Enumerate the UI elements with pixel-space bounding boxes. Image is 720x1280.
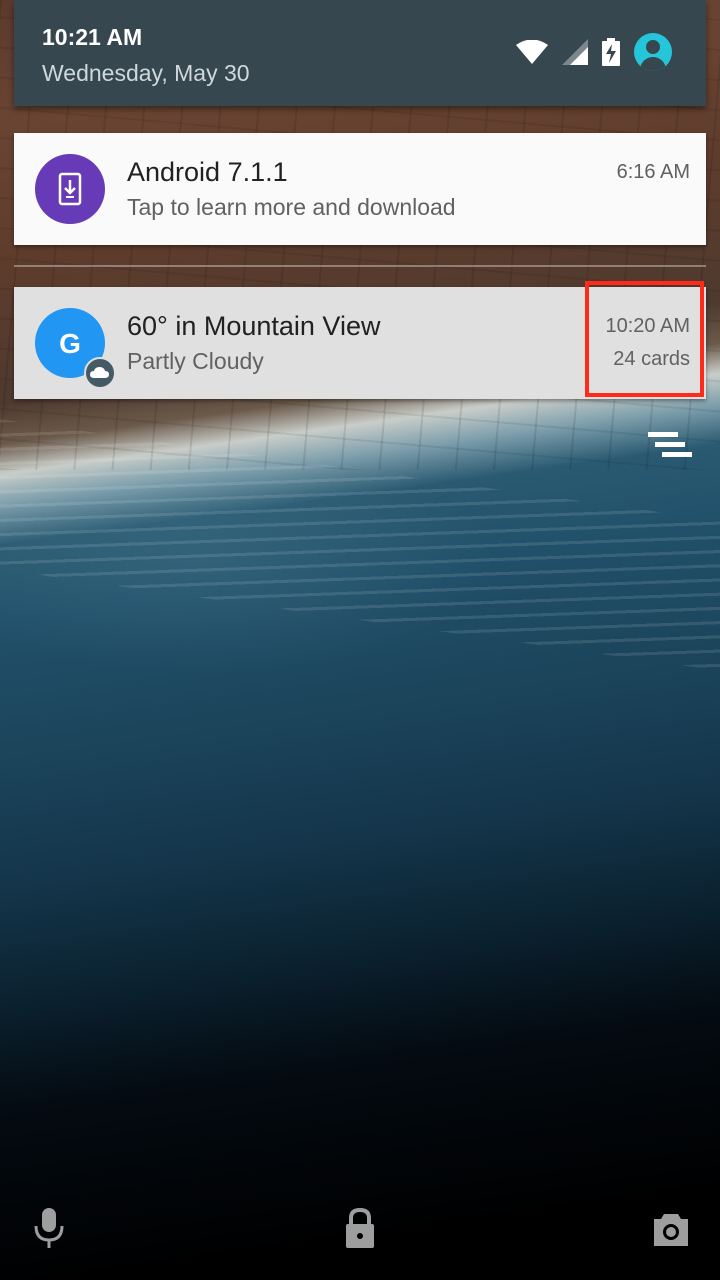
wifi-icon: [516, 40, 548, 64]
status-clock: 10:21 AM: [42, 24, 143, 50]
notification-title: 60° in Mountain View: [127, 311, 381, 341]
notification-time: 6:16 AM: [616, 161, 690, 183]
cell-signal-icon: [562, 39, 588, 65]
svg-text:G: G: [59, 328, 81, 359]
highlight-box: [585, 281, 704, 397]
microphone-icon[interactable]: [34, 1208, 64, 1250]
battery-charging-icon: [602, 38, 620, 66]
notification-text: Tap to learn more and download: [127, 194, 456, 220]
notification-divider: [14, 265, 706, 267]
status-date: Wednesday, May 30: [42, 60, 250, 86]
cloud-icon: [84, 357, 116, 389]
notification-title: Android 7.1.1: [127, 157, 288, 187]
camera-icon[interactable]: [652, 1212, 690, 1246]
notification-text: Partly Cloudy: [127, 348, 264, 374]
system-update-icon: [35, 154, 105, 224]
notification-android-update[interactable]: Android 7.1.1 Tap to learn more and down…: [14, 133, 706, 245]
clear-all-icon[interactable]: [648, 432, 692, 464]
lock-icon[interactable]: [344, 1208, 376, 1248]
user-avatar-icon[interactable]: [634, 33, 672, 71]
notification-shade-header[interactable]: 10:21 AM Wednesday, May 30: [14, 0, 706, 106]
status-icons: [516, 32, 672, 72]
